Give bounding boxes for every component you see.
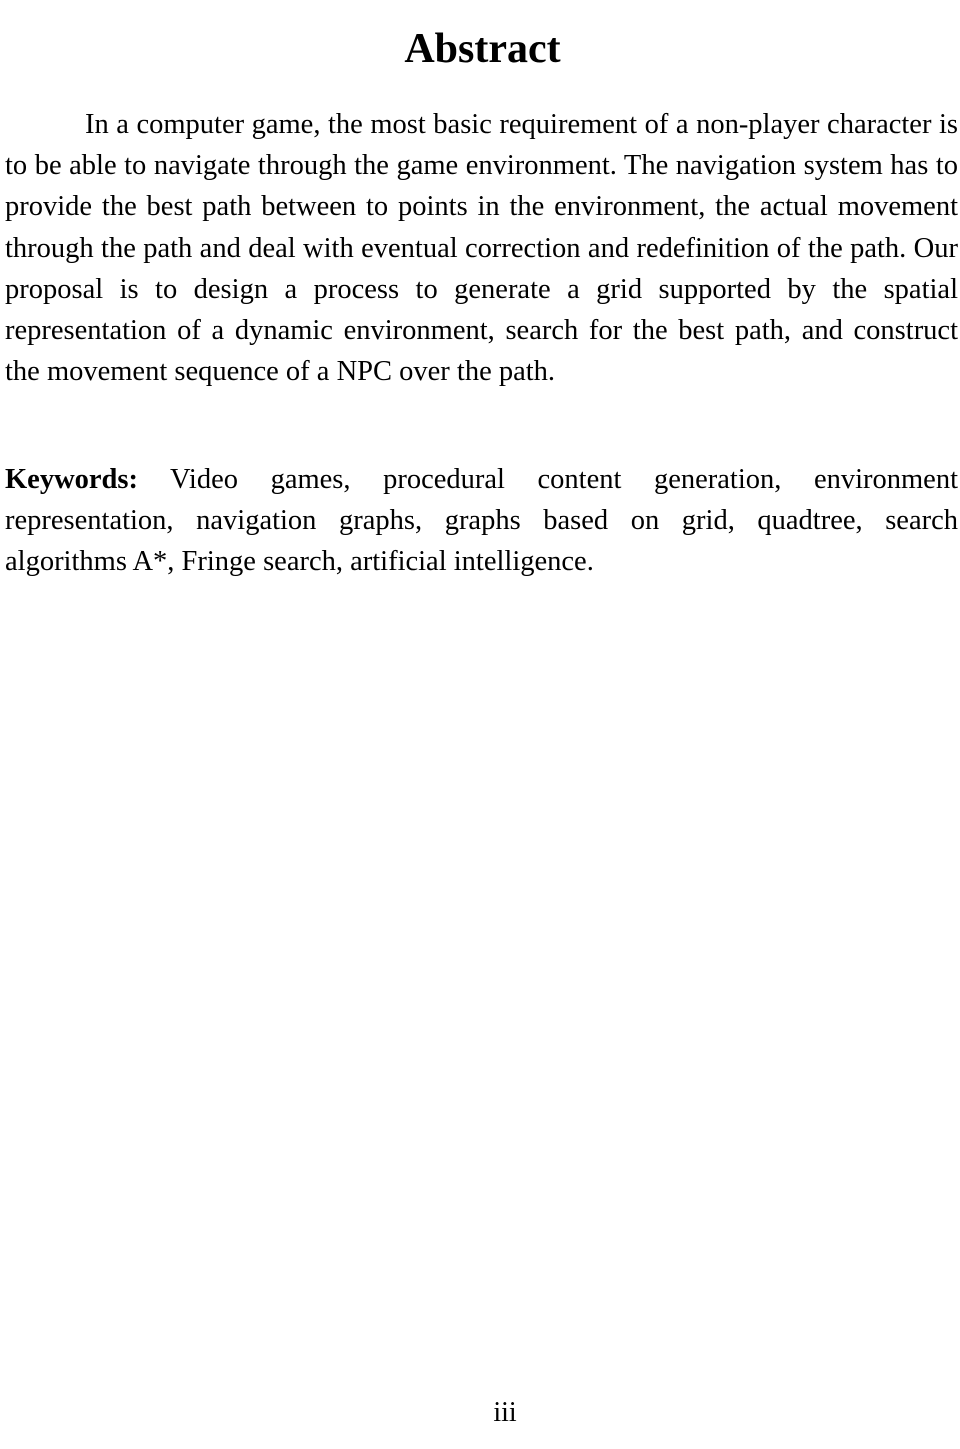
page-title: Abstract: [404, 26, 561, 73]
abstract-paragraph: In a computer game, the most basic requi…: [5, 109, 958, 388]
keywords-label: Keywords:: [5, 464, 138, 495]
keywords-section: Keywords: Video games, procedural conten…: [5, 459, 958, 583]
page-number: iii: [493, 1397, 517, 1428]
document-page: Abstract In a computer game, the most ba…: [0, 0, 960, 1449]
keywords-text: Video games, procedural content generati…: [5, 464, 958, 578]
abstract-section: In a computer game, the most basic requi…: [5, 104, 958, 392]
